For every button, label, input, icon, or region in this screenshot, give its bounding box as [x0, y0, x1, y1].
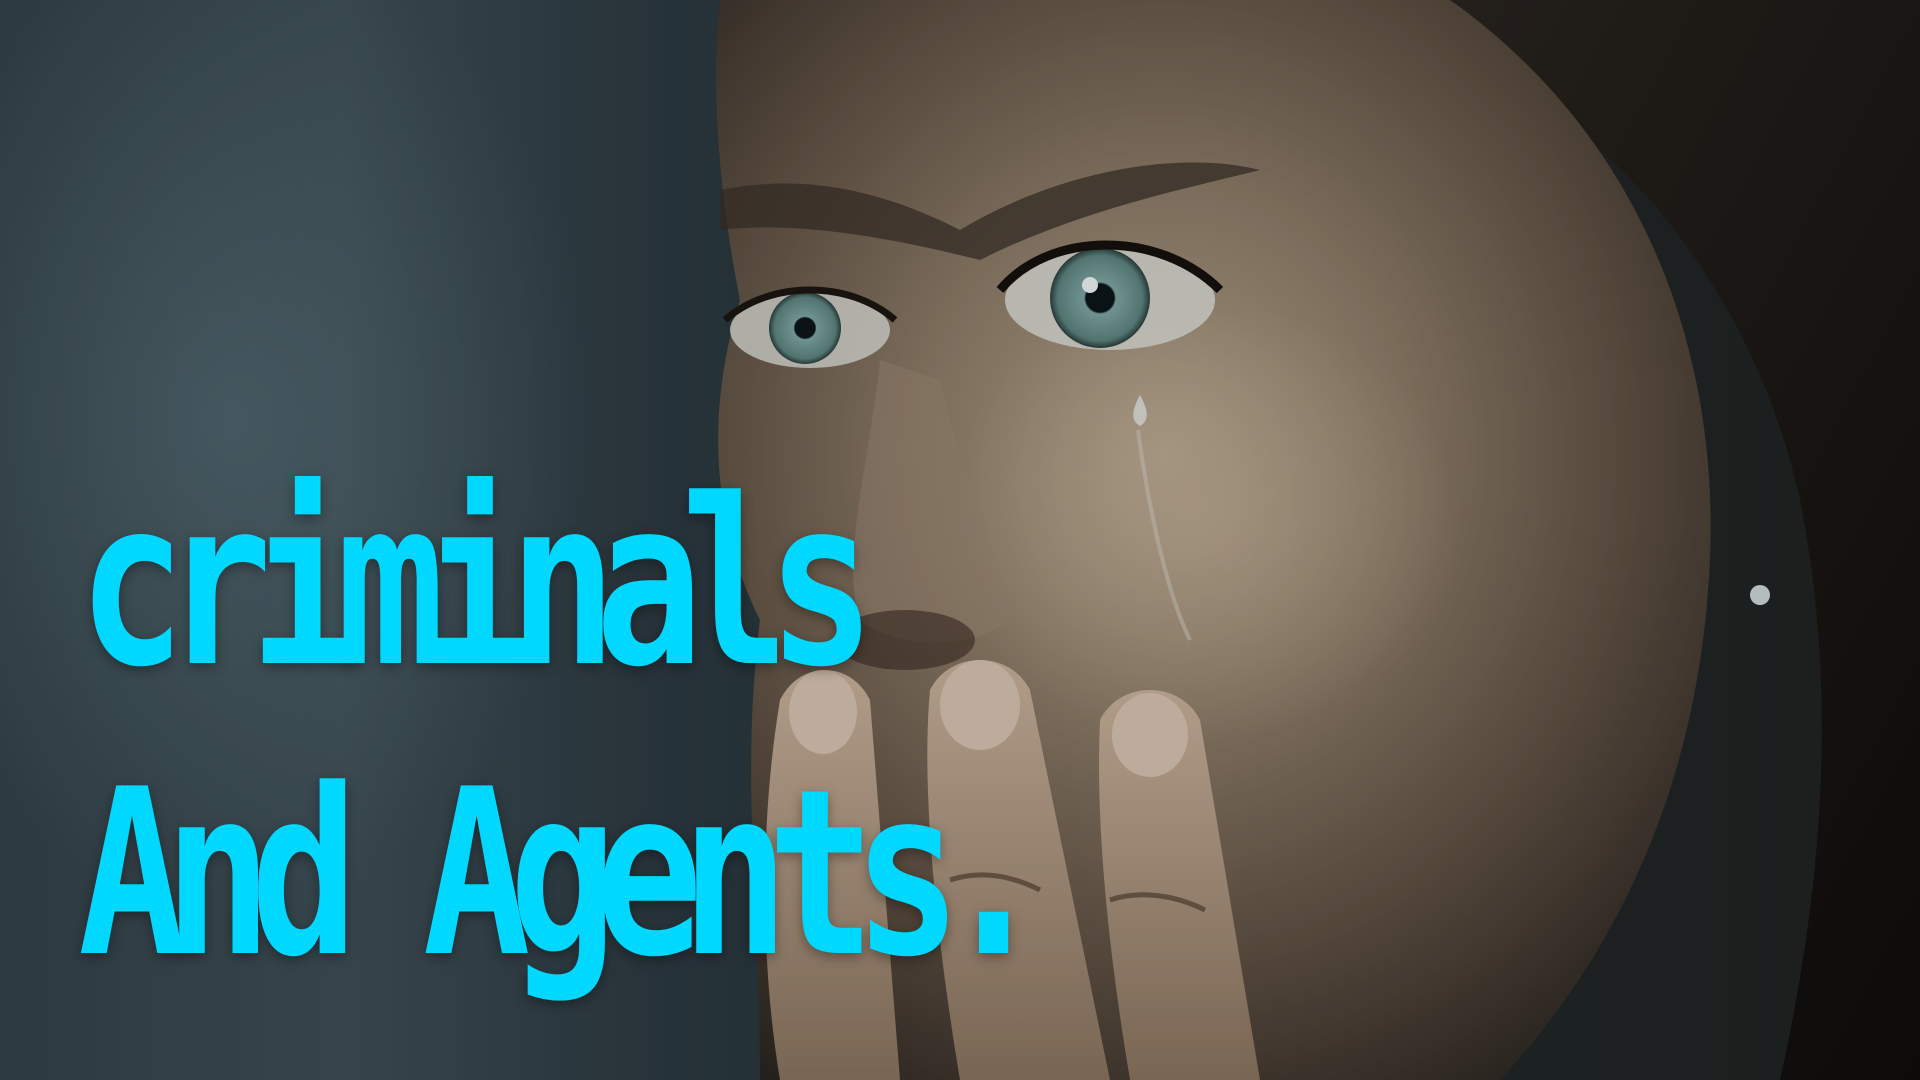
headline-line-1: criminals [78, 451, 875, 718]
headline-text: criminals And Agents. [78, 440, 1048, 1020]
headline-line-2: And Agents. [78, 741, 1048, 1008]
